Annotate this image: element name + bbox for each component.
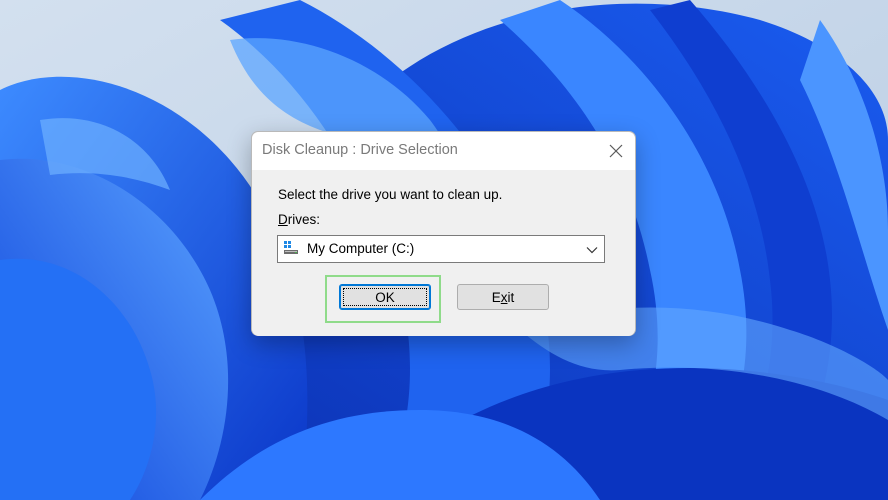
drives-label-rest: rives: <box>287 212 321 227</box>
instruction-text: Select the drive you want to clean up. <box>278 187 503 202</box>
exit-label-mnemonic: x <box>500 289 508 305</box>
selected-drive-value: My Computer (C:) <box>307 241 415 256</box>
close-button[interactable] <box>601 136 631 166</box>
ok-button-label: OK <box>375 289 395 305</box>
exit-label-pre: E <box>491 289 501 305</box>
exit-button[interactable]: Ex it <box>457 284 549 310</box>
drive-select-dropdown[interactable]: My Computer (C:) <box>277 235 605 263</box>
disk-cleanup-dialog: Disk Cleanup : Drive Selection Select th… <box>251 131 636 336</box>
desktop: Disk Cleanup : Drive Selection Select th… <box>0 0 888 500</box>
drives-label-mnemonic: D <box>278 212 288 227</box>
dialog-body: Select the drive you want to clean up. D… <box>252 170 635 336</box>
dialog-title: Disk Cleanup : Drive Selection <box>262 142 458 158</box>
close-icon <box>609 144 623 158</box>
title-bar[interactable]: Disk Cleanup : Drive Selection <box>252 132 635 170</box>
chevron-down-icon[interactable] <box>586 244 598 256</box>
ok-button[interactable]: OK <box>339 284 431 310</box>
drives-label: Drives: <box>278 212 320 227</box>
exit-label-rest: it <box>507 289 515 305</box>
computer-drive-icon <box>284 241 298 254</box>
